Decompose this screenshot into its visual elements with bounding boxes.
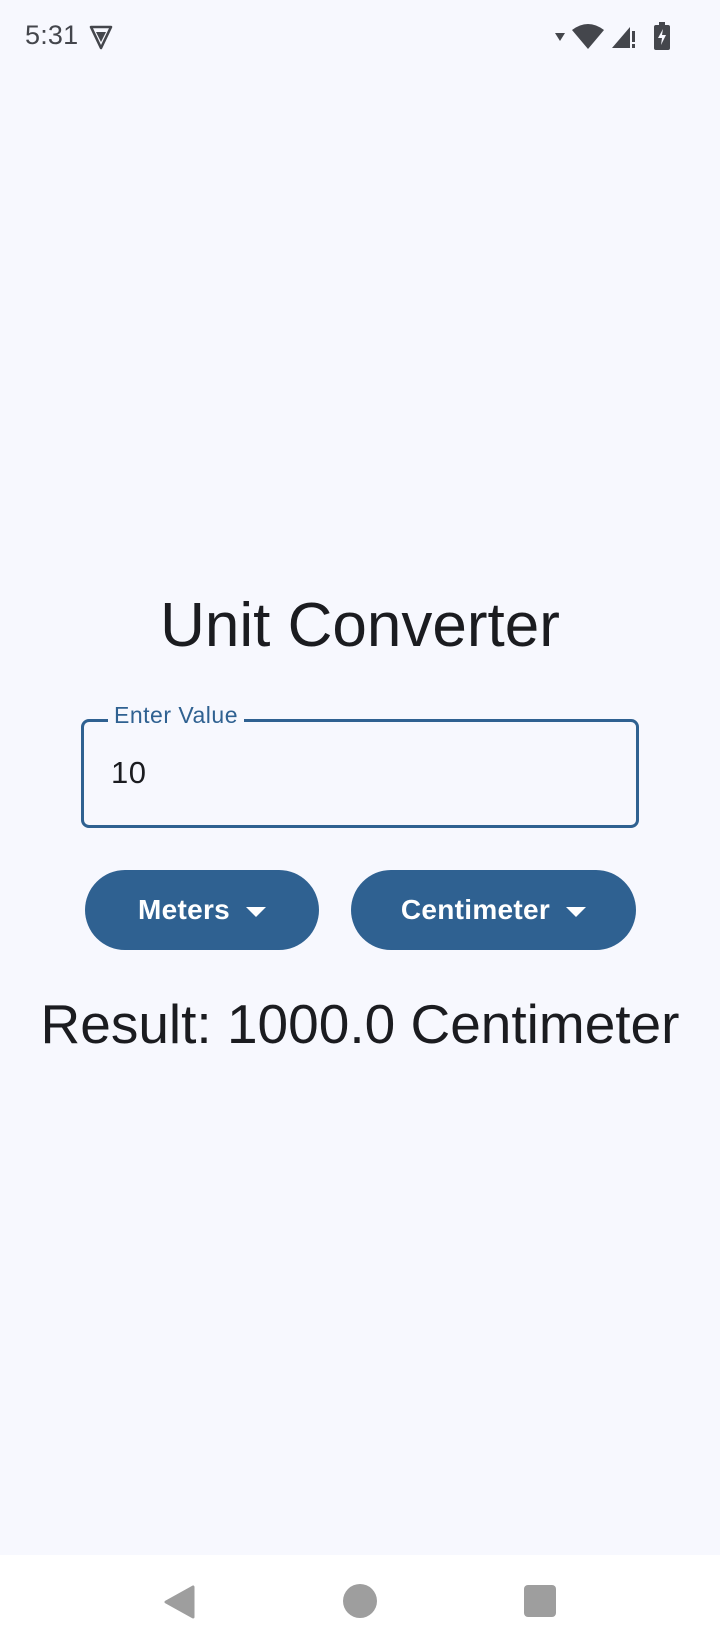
from-unit-label: Meters [137,894,231,925]
caret-down-icon [246,906,267,917]
recents-icon[interactable] [524,1585,556,1617]
wifi-icon [572,23,604,49]
home-icon[interactable] [343,1584,377,1618]
from-unit-dropdown-button[interactable]: Meters [85,870,319,950]
screen: 5:31 Unit Converter Enter Value 10 Meter… [0,0,720,1650]
status-time: 5:31 [25,20,79,50]
to-unit-label: Centimeter [400,894,551,925]
caret-down-icon [566,906,587,917]
status-bar: 5:31 [0,0,720,74]
battery-charging-icon [654,22,670,50]
signal-arrow-icon [554,30,566,42]
to-unit-dropdown-button[interactable]: Centimeter [351,870,636,950]
page-title: Unit Converter [160,591,560,660]
status-icons [554,22,670,50]
value-field[interactable]: Enter Value [81,702,639,828]
system-nav-bar [0,1555,720,1650]
value-field-label: Enter Value [108,702,244,729]
cell-signal-icon [610,23,636,49]
vpn-shield-icon [88,24,114,50]
result-text: Result: 1000.0 Centimeter [40,993,680,1055]
value-input[interactable] [111,750,611,796]
back-icon[interactable] [163,1585,195,1624]
